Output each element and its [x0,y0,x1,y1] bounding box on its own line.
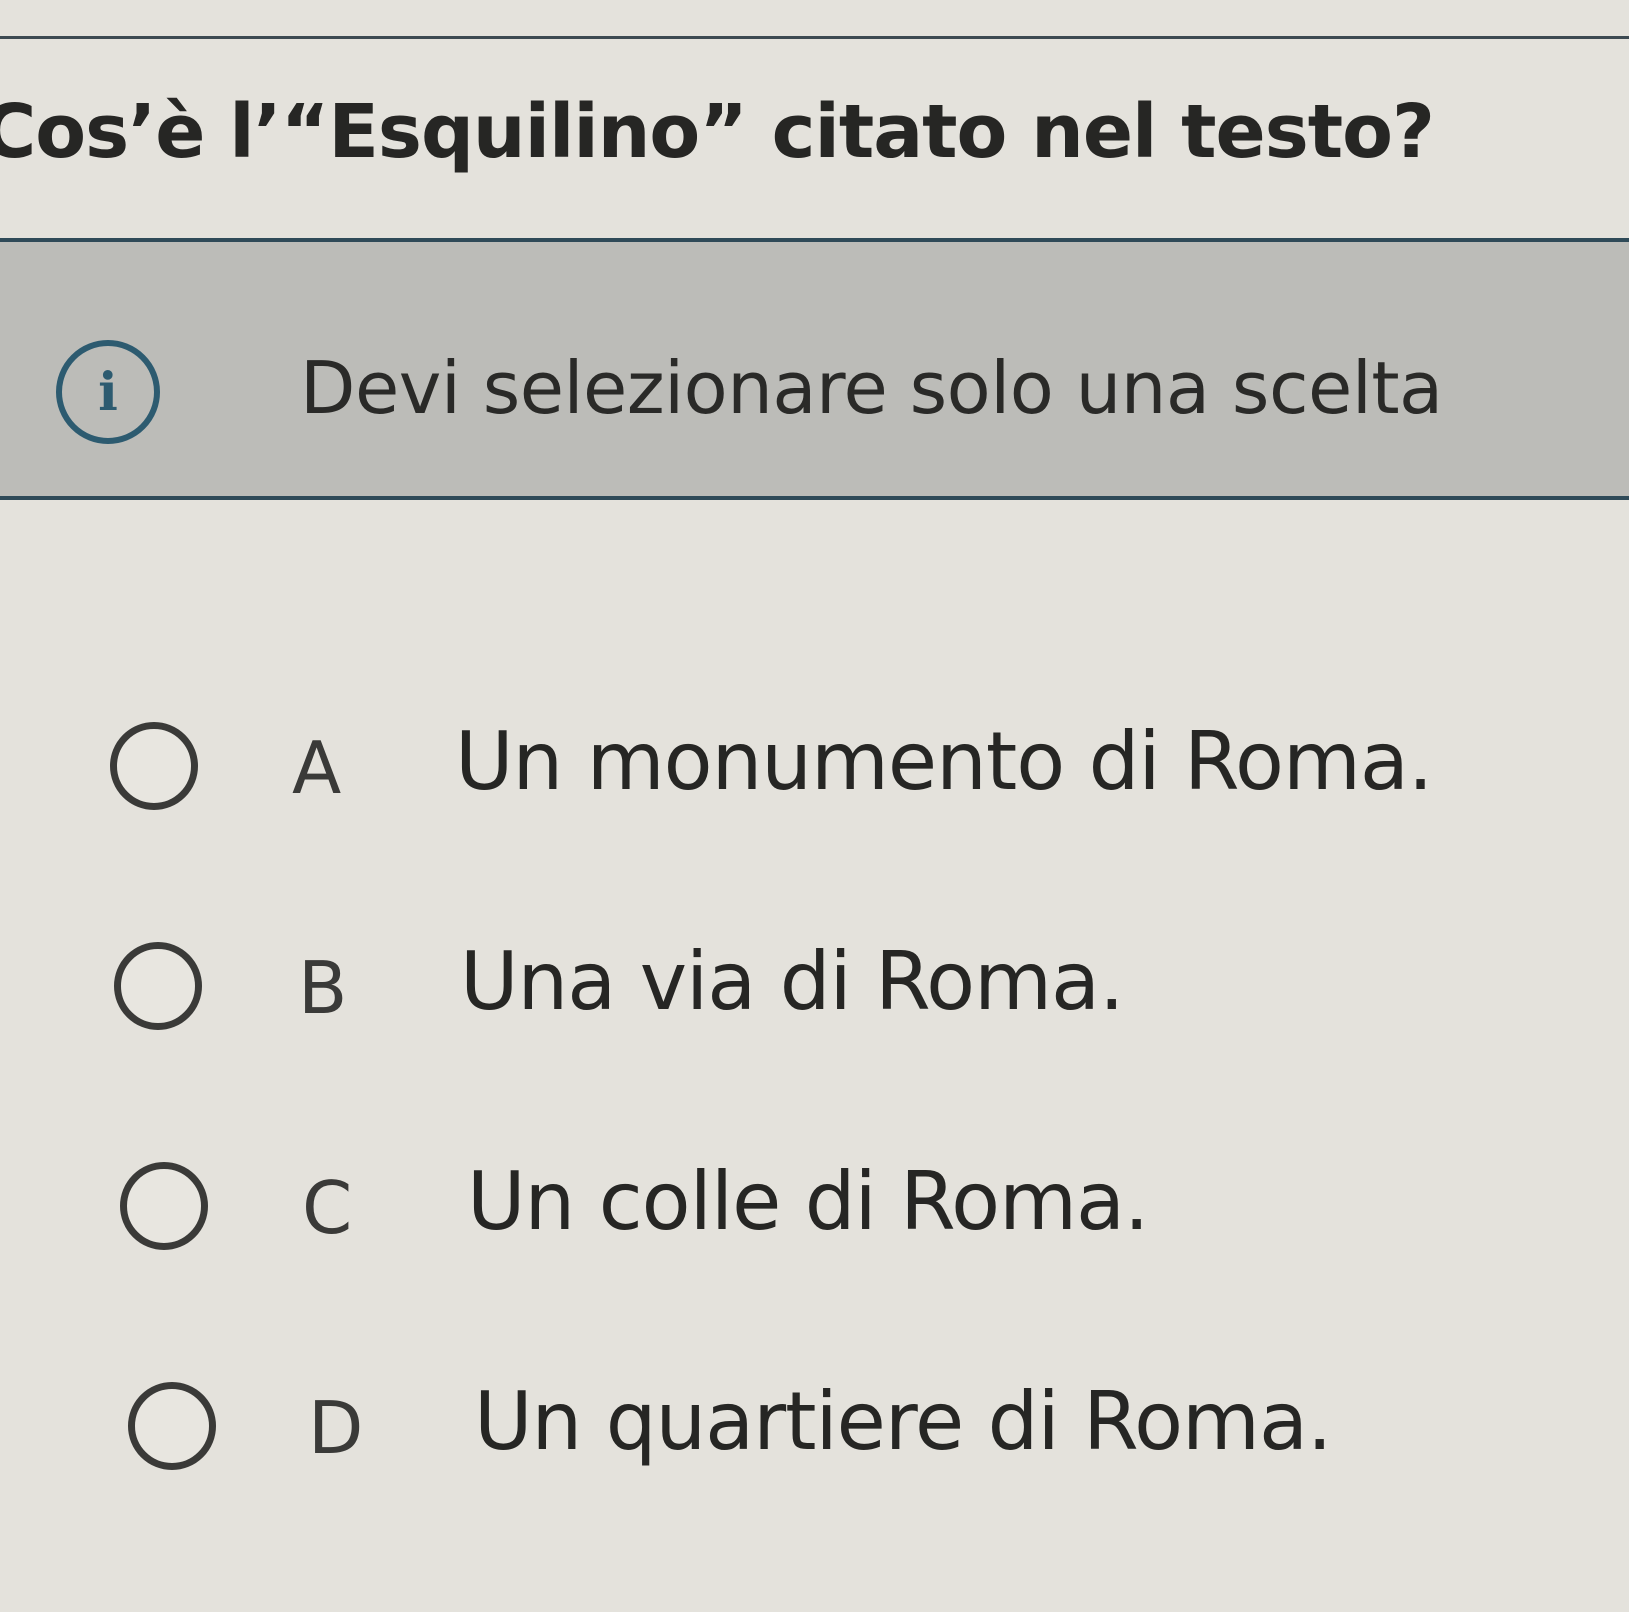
option-text: Un colle di Roma. [467,1155,1149,1248]
radio-button[interactable] [120,1162,208,1250]
option-a[interactable]: A Un monumento di Roma. [0,700,1629,850]
option-c[interactable]: C Un colle di Roma. [0,1140,1629,1290]
option-text: Un monumento di Roma. [455,715,1433,808]
info-message: Devi selezionare solo una scelta [300,346,1443,430]
option-text: Una via di Roma. [460,935,1124,1028]
option-letter: A [292,726,342,810]
radio-button[interactable] [128,1382,216,1470]
option-letter: B [298,946,348,1030]
option-letter: C [302,1166,353,1250]
radio-button[interactable] [114,942,202,1030]
radio-button[interactable] [110,722,198,810]
option-letter: D [308,1386,364,1470]
question-title: Cos’è l’“Esquilino” citato nel testo? [0,89,1435,175]
top-divider [0,36,1629,39]
option-text: Un quartiere di Roma. [474,1375,1332,1468]
info-banner: i Devi selezionare solo una scelta [0,238,1629,500]
info-icon: i [56,340,160,444]
option-d[interactable]: D Un quartiere di Roma. [0,1360,1629,1510]
option-b[interactable]: B Una via di Roma. [0,920,1629,1070]
